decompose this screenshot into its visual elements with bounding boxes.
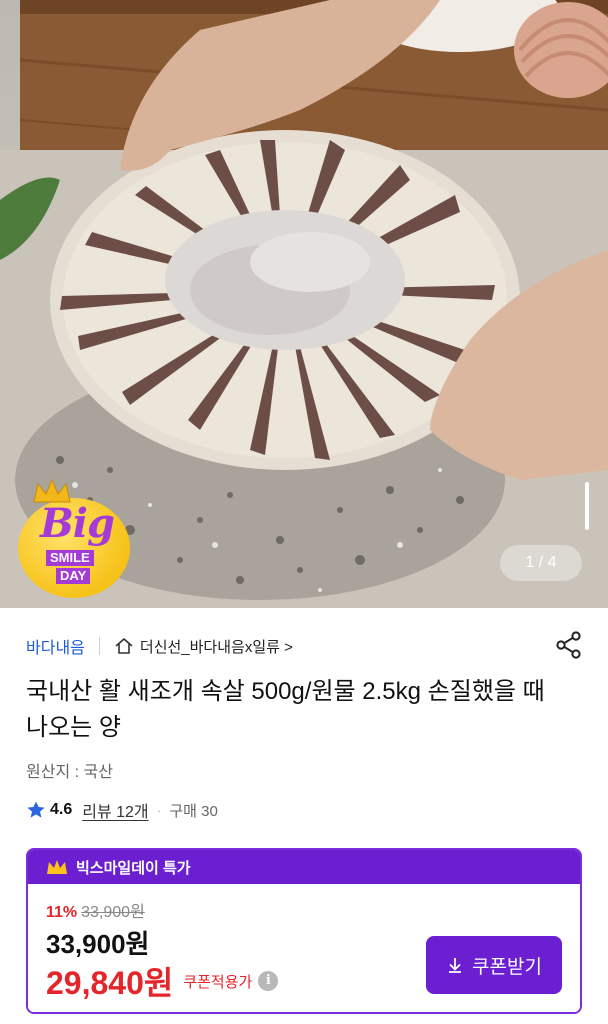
badge-big-text: Big — [40, 500, 115, 547]
scroll-indicator — [585, 482, 589, 530]
crown-icon — [47, 860, 67, 874]
reviews-link[interactable]: 리뷰 12개 — [82, 798, 148, 822]
star-icon — [27, 801, 45, 818]
product-image-carousel[interactable]: Big SMILE DAY 1 / 4 — [0, 0, 608, 608]
product-origin: 원산지 : 국산 — [26, 764, 113, 781]
discount-percent: 11% — [46, 904, 78, 921]
original-price: 33,900원 — [81, 904, 145, 921]
info-icon[interactable]: i — [258, 971, 279, 991]
special-deal-box: 빅스마일데이 특가 11% 33,900원 33,900원 29,840원 쿠폰적… — [26, 848, 582, 1014]
product-title: 국내산 활 새조개 속살 500g/원물 2.5kg 손질했을 때 나오는 양 — [26, 678, 545, 741]
shop-row: 바다내음 더신선_바다내음x일류 > — [26, 632, 586, 660]
rating-row: 4.6 리뷰 12개 · 구매 30 — [26, 797, 218, 823]
get-coupon-label: 쿠폰받기 — [472, 956, 542, 978]
store-link[interactable]: 더신선_바다내음x일류 > — [140, 636, 293, 657]
deal-header: 빅스마일데이 특가 — [28, 850, 580, 884]
dot-separator: · — [156, 802, 162, 818]
sale-price-row: 29,840원 쿠폰적용가 i — [46, 958, 279, 1004]
discount-row: 11% 33,900원 — [46, 898, 145, 922]
coupon-applied-label: 쿠폰적용가 — [183, 973, 253, 991]
get-coupon-button[interactable]: 쿠폰받기 — [426, 936, 562, 994]
coupon-sale-price: 29,840원 — [46, 965, 174, 1001]
purchase-count: 구매 30 — [169, 802, 218, 820]
badge-day-text: DAY — [56, 568, 91, 584]
badge-smile-text: SMILE — [46, 550, 94, 566]
download-icon — [449, 958, 462, 973]
big-smile-day-badge: Big SMILE DAY — [18, 478, 130, 598]
price: 33,900원 — [46, 929, 150, 959]
deal-body: 11% 33,900원 33,900원 29,840원 쿠폰적용가 i 쿠폰받기 — [28, 884, 580, 1012]
shop-name-link[interactable]: 바다내음 — [26, 634, 85, 658]
home-icon — [115, 638, 133, 654]
rating-value: 4.6 — [50, 801, 73, 818]
deal-label: 빅스마일데이 특가 — [76, 859, 191, 877]
divider — [98, 637, 100, 655]
share-icon[interactable] — [554, 630, 584, 660]
image-pager: 1 / 4 — [500, 545, 582, 581]
